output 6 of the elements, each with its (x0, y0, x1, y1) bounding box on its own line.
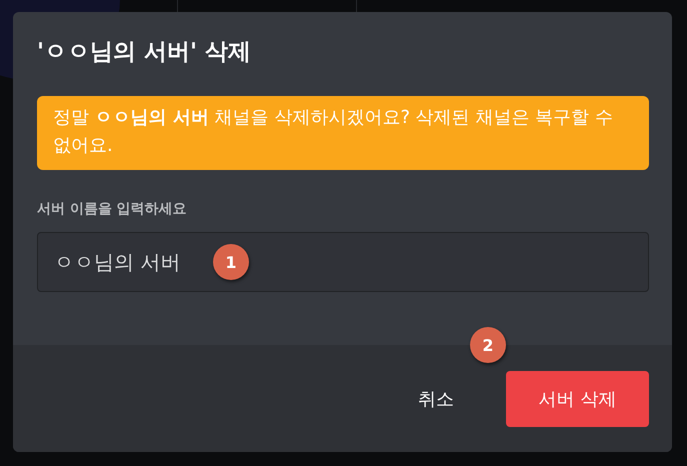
cancel-button[interactable]: 취소 (386, 370, 486, 426)
delete-server-button[interactable]: 서버 삭제 (506, 370, 649, 426)
step-marker: 2 (470, 327, 506, 363)
dialog-title: 'ㅇㅇ님의 서버' 삭제 (37, 38, 252, 67)
warning-message: 정말 ㅇㅇ님의 서버 채널을 삭제하시겠어요? 삭제된 채널은 복구할 수 없어요. (37, 96, 649, 170)
field-label: 서버 이름을 입력하세요 (37, 200, 188, 218)
